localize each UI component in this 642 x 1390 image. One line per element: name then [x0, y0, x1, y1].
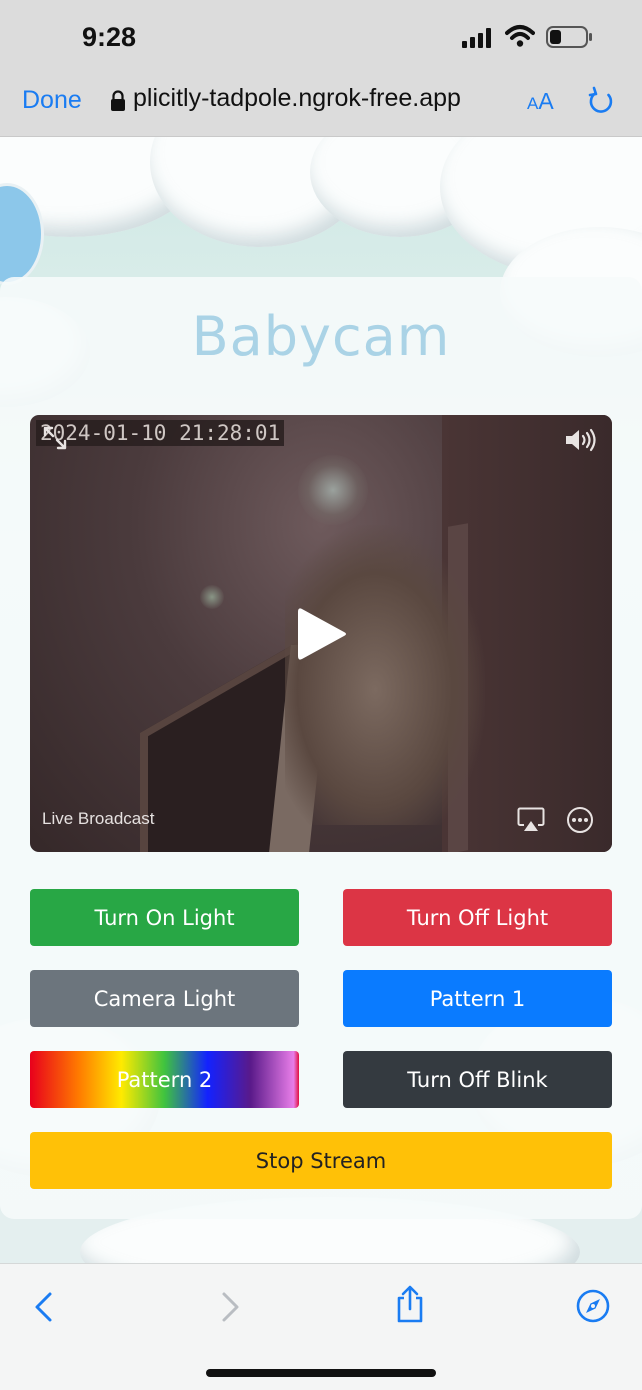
- done-button[interactable]: Done: [22, 86, 82, 115]
- text-size-big-label: A: [538, 88, 554, 114]
- back-icon[interactable]: [32, 1290, 56, 1328]
- turn-off-blink-button[interactable]: Turn Off Blink: [343, 1051, 612, 1108]
- pattern-2-button[interactable]: Pattern 2: [30, 1051, 299, 1108]
- live-broadcast-label: Live Broadcast: [42, 809, 155, 828]
- status-time: 9:28: [82, 22, 137, 52]
- video-player[interactable]: 2024-01-10 21:28:01 Live Broadcast: [30, 415, 612, 852]
- cellular-signal-icon: [462, 28, 494, 52]
- text-size-small-label: A: [527, 94, 539, 113]
- forward-icon[interactable]: [218, 1290, 242, 1328]
- expand-icon[interactable]: [42, 425, 68, 455]
- lock-icon: [110, 90, 126, 116]
- page-background: Babycam 2024-01-10 21:28:01 Live Broadca…: [0, 137, 642, 1263]
- wifi-icon: [505, 24, 535, 52]
- text-size-button[interactable]: AA: [527, 88, 554, 115]
- pattern-1-button[interactable]: Pattern 1: [343, 970, 612, 1027]
- video-timestamp: 2024-01-10 21:28:01: [36, 420, 285, 446]
- camera-light-button[interactable]: Camera Light: [30, 970, 299, 1027]
- status-bar: 9:28: [0, 0, 642, 70]
- airplay-icon[interactable]: [517, 807, 545, 837]
- more-options-icon[interactable]: [566, 806, 594, 838]
- home-indicator: [206, 1369, 436, 1377]
- battery-icon: [546, 25, 594, 53]
- share-icon[interactable]: [394, 1284, 426, 1328]
- page-title: Babycam: [191, 305, 451, 368]
- video-scene-light: [298, 455, 368, 525]
- reload-icon[interactable]: [588, 86, 616, 120]
- turn-on-light-button[interactable]: Turn On Light: [30, 889, 299, 946]
- video-scene-light: [200, 585, 224, 609]
- browser-address-bar: Done plicitly-tadpole.ngrok-free.app AA: [0, 70, 642, 137]
- compass-icon[interactable]: [575, 1288, 611, 1328]
- video-scene-ibex-trophy: [285, 525, 485, 825]
- stop-stream-button[interactable]: Stop Stream: [30, 1132, 612, 1189]
- turn-off-light-button[interactable]: Turn Off Light: [343, 889, 612, 946]
- url-field[interactable]: plicitly-tadpole.ngrok-free.app: [133, 84, 461, 113]
- play-icon[interactable]: [296, 605, 348, 667]
- volume-icon[interactable]: [564, 427, 600, 457]
